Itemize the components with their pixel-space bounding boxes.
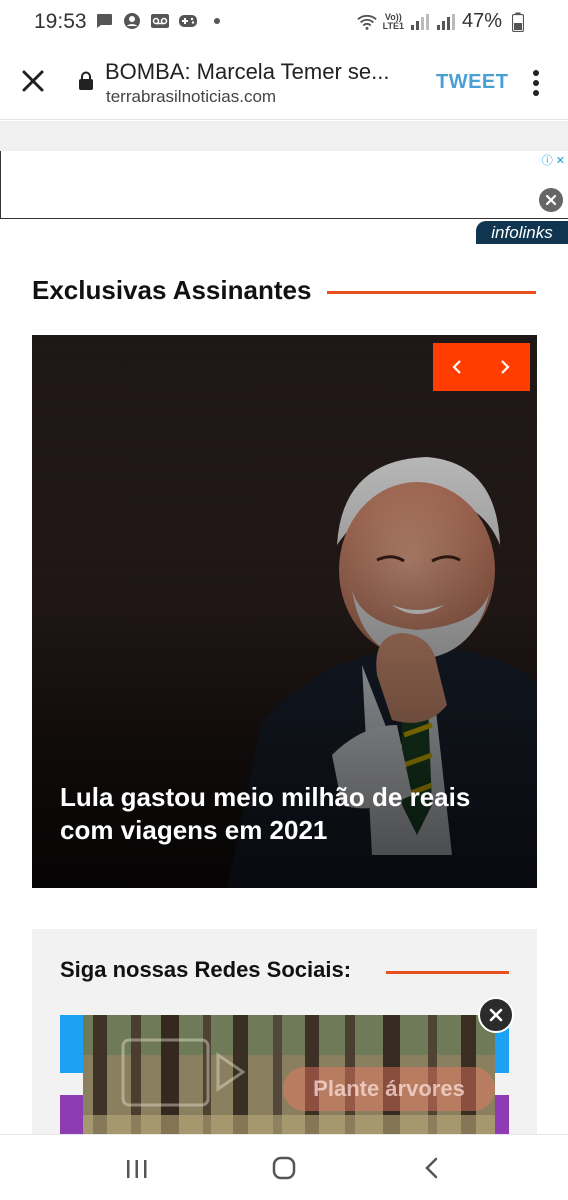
gamepad-icon: [178, 12, 198, 30]
more-vert-icon: [533, 70, 539, 96]
recent-apps-button[interactable]: [124, 1158, 150, 1180]
signal-icon: [410, 13, 430, 31]
section-divider: [327, 291, 536, 294]
more-notifications-dot: [214, 18, 220, 24]
phone-screen: 19:53 Vo)) LTE1 47% BOMBA: Marcela Temer…: [0, 0, 568, 1200]
slider-prev-button[interactable]: [433, 343, 481, 391]
section-title: Exclusivas Assinantes: [32, 275, 312, 305]
home-button[interactable]: [272, 1156, 296, 1180]
battery-icon: [508, 12, 528, 32]
social-title: Siga nossas Redes Sociais:: [60, 957, 352, 982]
slider-next-button[interactable]: [481, 343, 529, 391]
banner-ad[interactable]: ⓘ ✕: [0, 151, 568, 219]
close-icon: [22, 70, 44, 92]
featured-article-card[interactable]: Lula gastou meio milhão de reais com via…: [32, 335, 537, 888]
tweet-button[interactable]: TWEET: [436, 71, 509, 94]
chevron-right-icon: [501, 360, 510, 374]
browser-toolbar: BOMBA: Marcela Temer se... terrabrasilno…: [0, 44, 568, 120]
social-divider: [386, 971, 509, 974]
network-type-label: Vo)) LTE1: [382, 12, 404, 31]
ad-close-button[interactable]: [539, 188, 563, 212]
back-button[interactable]: [424, 1156, 440, 1180]
chevron-left-icon: [452, 360, 461, 374]
home-icon: [272, 1156, 296, 1180]
signal-2-icon: [436, 13, 456, 31]
close-icon: [489, 1008, 503, 1022]
status-time: 19:53: [34, 10, 87, 33]
status-bar: 19:53 Vo)) LTE1 47%: [0, 0, 568, 44]
battery-percent: 47%: [461, 10, 502, 32]
ad-spacer: [0, 121, 568, 151]
account-icon: [122, 12, 142, 30]
message-icon: [94, 12, 114, 30]
recent-apps-icon: [127, 1160, 147, 1178]
ad-choices-icon[interactable]: ⓘ ✕: [542, 152, 565, 168]
featured-article-headline[interactable]: Lula gastou meio milhão de reais com via…: [60, 781, 500, 847]
page-url[interactable]: terrabrasilnoticias.com: [106, 87, 276, 107]
overflow-menu-button[interactable]: [530, 68, 542, 98]
infolinks-badge[interactable]: infolinks: [476, 221, 568, 244]
system-nav-bar: [0, 1134, 568, 1200]
lock-icon[interactable]: [78, 71, 94, 91]
slider-nav: [433, 343, 530, 391]
lte-label: LTE1: [382, 20, 404, 31]
video-ad[interactable]: Plante árvores: [83, 1015, 495, 1140]
close-icon: [545, 194, 557, 206]
back-icon: [425, 1157, 438, 1179]
close-tab-button[interactable]: [18, 66, 48, 96]
system-icons: Vo)) LTE1 47%: [356, 10, 528, 33]
voicemail-icon: [150, 12, 170, 30]
video-ad-close-button[interactable]: [478, 997, 514, 1033]
wifi-icon: [356, 13, 377, 31]
page-title[interactable]: BOMBA: Marcela Temer se...: [105, 59, 420, 85]
notification-icons: [94, 12, 220, 30]
video-ad-label[interactable]: Plante árvores: [283, 1067, 495, 1111]
